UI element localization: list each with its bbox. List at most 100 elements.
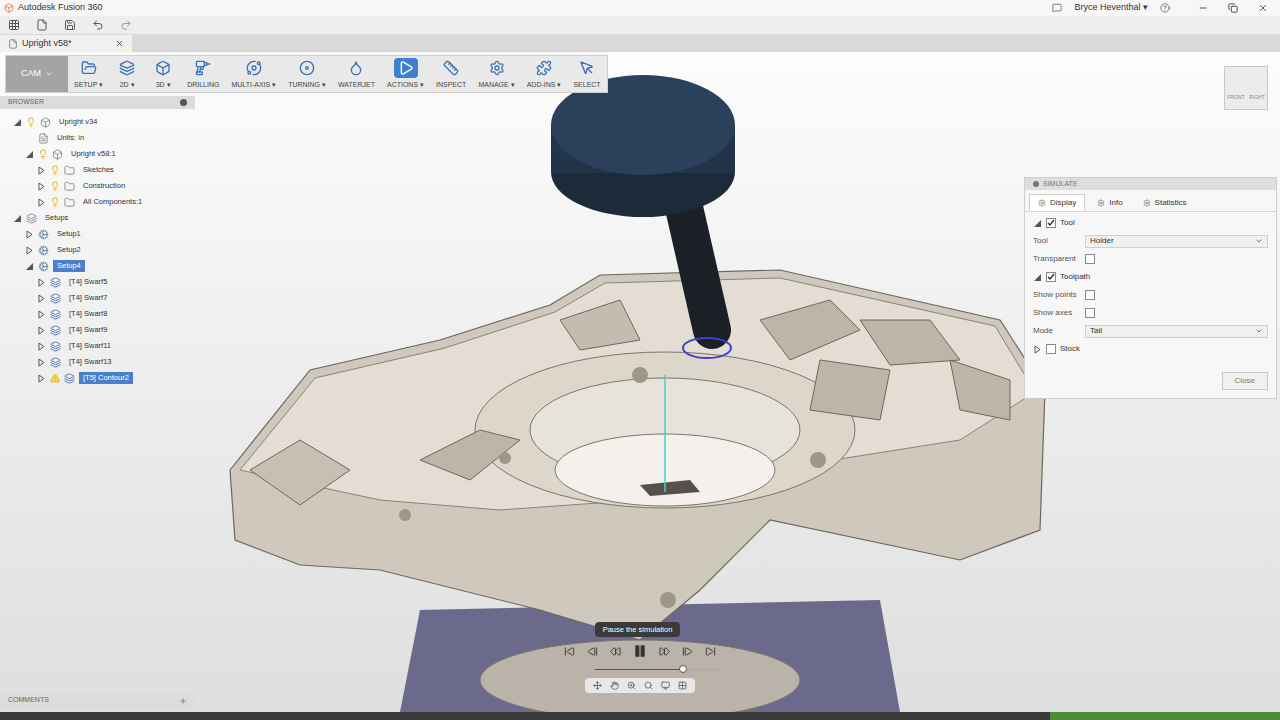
tree-item[interactable]: All Components:1 bbox=[0, 194, 195, 210]
go-to-end-icon[interactable] bbox=[705, 646, 716, 657]
tree-item[interactable]: [T4] Swarf9 bbox=[0, 322, 195, 338]
toolbar-item[interactable]: ACTIONS ▾ bbox=[381, 56, 430, 92]
panel-tab[interactable]: Statistics bbox=[1135, 194, 1195, 211]
next-operation-icon[interactable] bbox=[682, 646, 693, 657]
minimize-icon[interactable] bbox=[1198, 3, 1208, 13]
expanded-arrow-icon[interactable] bbox=[1033, 273, 1042, 282]
tree-item[interactable]: [T5] Contour2 bbox=[0, 370, 195, 386]
orbit-icon[interactable] bbox=[593, 681, 602, 690]
option-checkbox[interactable] bbox=[1085, 290, 1095, 300]
pan-icon[interactable] bbox=[610, 681, 619, 690]
collapsed-arrow-icon[interactable] bbox=[25, 230, 34, 239]
dropdown[interactable]: Tail bbox=[1085, 325, 1268, 338]
dropdown[interactable]: Holder bbox=[1085, 235, 1268, 248]
collapsed-arrow-icon[interactable] bbox=[37, 182, 46, 191]
section-checkbox[interactable] bbox=[1046, 272, 1056, 282]
collapsed-arrow-icon[interactable] bbox=[25, 246, 34, 255]
collapsed-arrow-icon[interactable] bbox=[37, 278, 46, 287]
grid-icon[interactable] bbox=[678, 681, 687, 690]
section-header[interactable]: Tool bbox=[1033, 216, 1268, 230]
tree-item[interactable]: Setup4 bbox=[0, 258, 195, 274]
option-checkbox[interactable] bbox=[1085, 254, 1095, 264]
undo-icon[interactable] bbox=[92, 19, 104, 31]
tree-item[interactable]: Sketches bbox=[0, 162, 195, 178]
restore-icon[interactable] bbox=[1228, 3, 1238, 13]
expanded-arrow-icon[interactable] bbox=[25, 150, 34, 159]
visibility-bulb-icon[interactable] bbox=[38, 149, 48, 159]
toolbar-item[interactable]: SELECT bbox=[567, 56, 606, 92]
expanded-arrow-icon[interactable] bbox=[13, 214, 22, 223]
section-checkbox[interactable] bbox=[1046, 218, 1056, 228]
section-header[interactable]: Toolpath bbox=[1033, 270, 1268, 284]
tree-item[interactable]: [T4] Swarf13 bbox=[0, 354, 195, 370]
toolbar-item[interactable]: 2D ▾ bbox=[109, 56, 145, 92]
timeline-handle[interactable] bbox=[679, 665, 687, 673]
collapsed-arrow-icon[interactable] bbox=[37, 342, 46, 351]
add-comment-icon[interactable] bbox=[179, 697, 187, 705]
expanded-arrow-icon[interactable] bbox=[25, 262, 34, 271]
visibility-bulb-icon[interactable] bbox=[50, 165, 60, 175]
tree-item[interactable]: Setup1 bbox=[0, 226, 195, 242]
section-header[interactable]: Stock bbox=[1033, 342, 1268, 356]
collapsed-arrow-icon[interactable] bbox=[37, 166, 46, 175]
option-checkbox[interactable] bbox=[1085, 308, 1095, 318]
help-icon[interactable] bbox=[1160, 3, 1170, 13]
panel-tab[interactable]: Info bbox=[1089, 194, 1130, 211]
collapsed-arrow-icon[interactable] bbox=[37, 198, 46, 207]
tree-item[interactable]: Upright v34 bbox=[0, 114, 195, 130]
collapsed-arrow-icon[interactable] bbox=[37, 374, 46, 383]
toolbar-item[interactable]: MULTI-AXIS ▾ bbox=[225, 56, 282, 92]
collapsed-arrow-icon[interactable] bbox=[1033, 345, 1042, 354]
go-to-start-icon[interactable] bbox=[564, 646, 575, 657]
collapsed-arrow-icon[interactable] bbox=[37, 294, 46, 303]
file-icon[interactable] bbox=[36, 19, 48, 31]
previous-operation-icon[interactable] bbox=[587, 646, 598, 657]
visibility-bulb-icon[interactable] bbox=[50, 181, 60, 191]
tree-item[interactable]: Units: in bbox=[0, 130, 195, 146]
close-tab-icon[interactable] bbox=[115, 39, 124, 48]
redo-icon[interactable] bbox=[120, 19, 132, 31]
user-menu[interactable]: Bryce Heventhal ▾ bbox=[1074, 1, 1148, 15]
tree-item[interactable]: Construction bbox=[0, 178, 195, 194]
save-icon[interactable] bbox=[64, 19, 76, 31]
document-tab[interactable]: Upright v58* bbox=[0, 35, 132, 52]
tree-item[interactable]: [T4] Swarf11 bbox=[0, 338, 195, 354]
section-checkbox[interactable] bbox=[1046, 344, 1056, 354]
toolbar-item[interactable]: DRILLING bbox=[181, 56, 225, 92]
zoom-icon[interactable] bbox=[627, 681, 636, 690]
expanded-arrow-icon[interactable] bbox=[1033, 219, 1042, 228]
step-back-icon[interactable] bbox=[610, 646, 621, 657]
visibility-bulb-icon[interactable] bbox=[50, 197, 60, 207]
pause-icon[interactable] bbox=[633, 644, 647, 658]
tree-item[interactable]: Upright v58:1 bbox=[0, 146, 195, 162]
expanded-arrow-icon[interactable] bbox=[13, 118, 22, 127]
timeline-slider[interactable] bbox=[595, 664, 725, 674]
toolbar-item[interactable]: ADD-INS ▾ bbox=[521, 56, 568, 92]
workspace-switcher[interactable]: CAM bbox=[6, 56, 68, 92]
toolbar-item[interactable]: 3D ▾ bbox=[145, 56, 181, 92]
toolbar-item[interactable]: INSPECT bbox=[430, 56, 472, 92]
tree-item[interactable]: [T4] Swarf5 bbox=[0, 274, 195, 290]
view-cube[interactable]: FRONTRIGHT bbox=[1224, 66, 1268, 110]
tree-item[interactable]: Setups bbox=[0, 210, 195, 226]
close-window-icon[interactable] bbox=[1258, 3, 1268, 13]
toolbar-item[interactable]: WATERJET bbox=[332, 56, 381, 92]
collapsed-arrow-icon[interactable] bbox=[37, 310, 46, 319]
fit-icon[interactable] bbox=[644, 681, 653, 690]
display-settings-icon[interactable] bbox=[661, 681, 670, 690]
data-panel-icon[interactable] bbox=[8, 19, 20, 31]
collapse-panel-button[interactable] bbox=[180, 99, 187, 106]
tree-item[interactable]: [T4] Swarf8 bbox=[0, 306, 195, 322]
toolbar-item[interactable]: TURNING ▾ bbox=[282, 56, 332, 92]
notification-icon[interactable] bbox=[1052, 3, 1062, 13]
toolbar-item[interactable]: MANAGE ▾ bbox=[472, 56, 520, 92]
step-forward-icon[interactable] bbox=[659, 646, 670, 657]
collapsed-arrow-icon[interactable] bbox=[37, 326, 46, 335]
visibility-bulb-icon[interactable] bbox=[26, 117, 36, 127]
tree-item[interactable]: Setup2 bbox=[0, 242, 195, 258]
collapsed-arrow-icon[interactable] bbox=[37, 358, 46, 367]
toolbar-item[interactable]: SETUP ▾ bbox=[68, 56, 109, 92]
panel-tab[interactable]: Display bbox=[1029, 194, 1085, 211]
tree-item[interactable]: [T4] Swarf7 bbox=[0, 290, 195, 306]
close-button[interactable]: Close bbox=[1222, 372, 1268, 390]
